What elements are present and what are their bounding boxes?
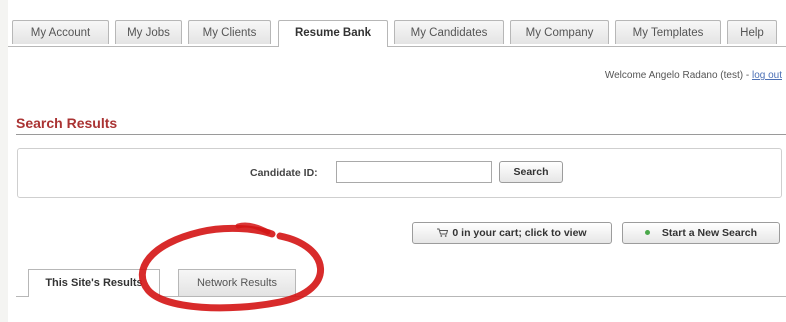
view-cart-button[interactable]: 0 in your cart; click to view — [412, 222, 612, 244]
main-navigation: My Account My Jobs My Clients Resume Ban… — [8, 18, 786, 47]
title-divider — [16, 134, 786, 135]
cart-label: 0 in your cart; click to view — [452, 227, 587, 239]
cart-icon — [437, 228, 449, 237]
tab-help[interactable]: Help — [727, 20, 777, 44]
tab-my-account[interactable]: My Account — [12, 20, 109, 44]
tab-my-jobs[interactable]: My Jobs — [115, 20, 182, 44]
search-button[interactable]: Search — [499, 161, 563, 183]
welcome-message: Welcome Angelo Radano (test) - log out — [605, 70, 782, 81]
status-dot-icon — [644, 230, 650, 235]
candidate-id-label: Candidate ID: — [250, 167, 318, 179]
page-title: Search Results — [16, 115, 118, 131]
tab-my-templates[interactable]: My Templates — [615, 20, 721, 44]
tab-my-clients[interactable]: My Clients — [188, 20, 271, 44]
start-new-search-button[interactable]: Start a New Search — [622, 222, 780, 244]
candidate-id-input[interactable] — [336, 161, 492, 183]
logout-link[interactable]: log out — [752, 70, 782, 81]
results-tabs: This Site's Results Network Results — [16, 266, 786, 297]
tab-my-candidates[interactable]: My Candidates — [394, 20, 504, 44]
tab-my-company[interactable]: My Company — [510, 20, 609, 44]
new-search-label: Start a New Search — [661, 227, 758, 239]
welcome-text: Welcome Angelo Radano (test) - — [604, 70, 750, 81]
page-container: My Account My Jobs My Clients Resume Ban… — [8, 0, 786, 322]
search-panel: Candidate ID: Search — [17, 148, 782, 198]
tab-resume-bank[interactable]: Resume Bank — [278, 20, 388, 47]
tab-network-results[interactable]: Network Results — [178, 269, 296, 296]
tab-this-sites-results[interactable]: This Site's Results — [28, 269, 160, 297]
